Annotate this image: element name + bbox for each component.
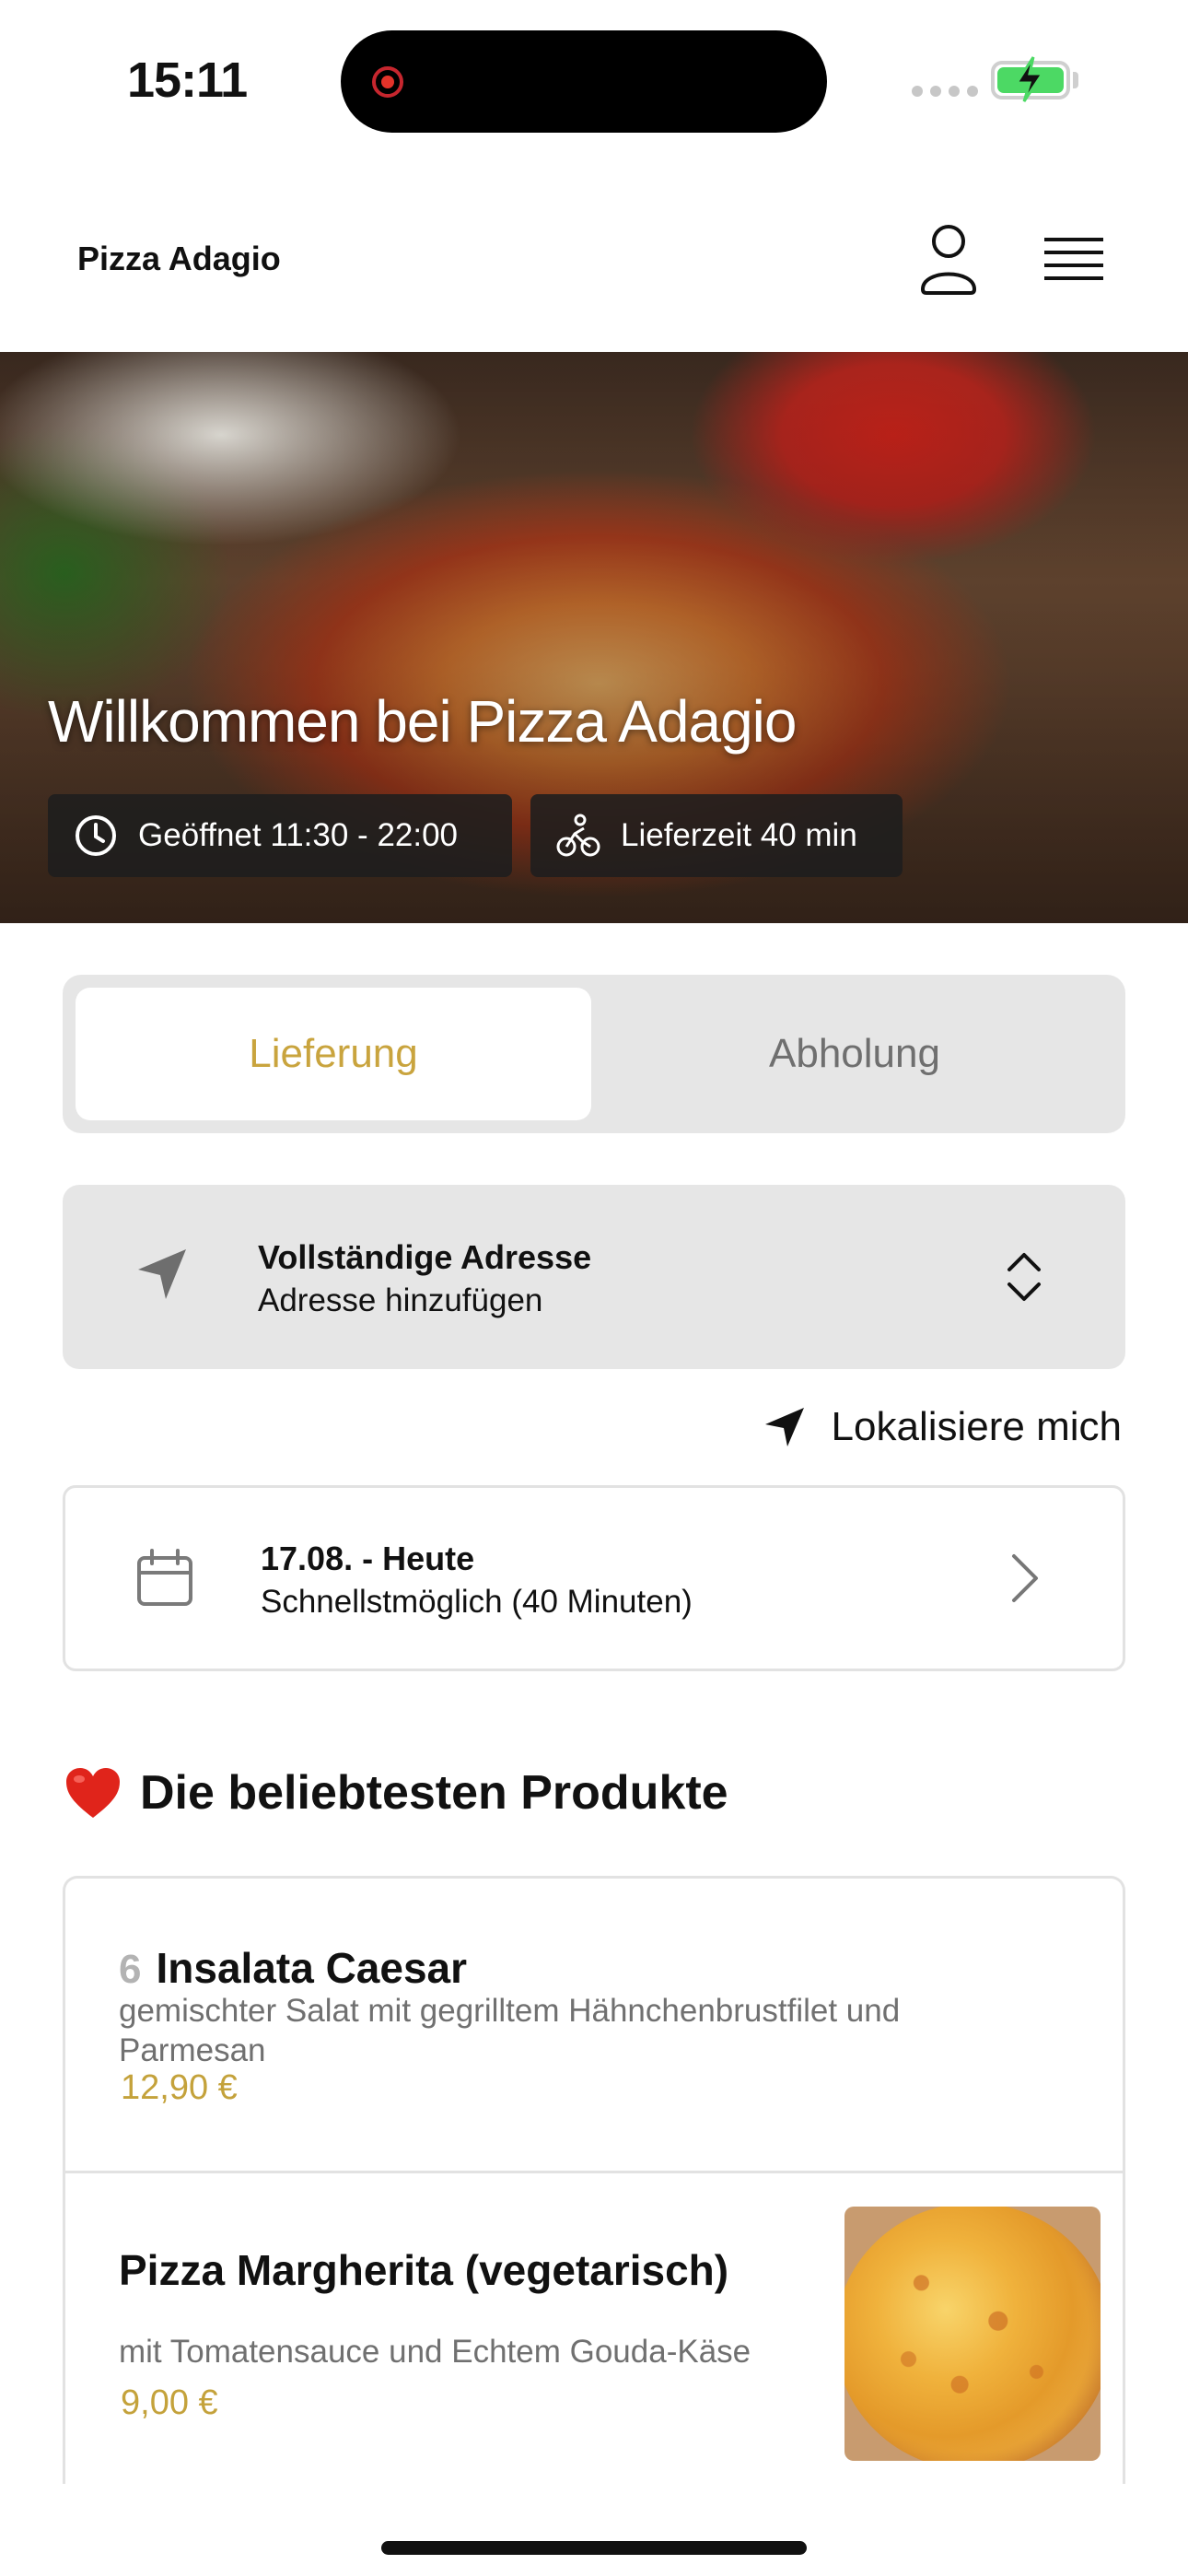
hero-title: Willkommen bei Pizza Adagio xyxy=(48,688,797,755)
opening-hours-text: Geöffnet 11:30 - 22:00 xyxy=(138,817,459,853)
product-item[interactable]: Pizza Margherita (vegetarisch) mit Tomat… xyxy=(65,2175,1123,2484)
dynamic-island xyxy=(341,30,827,133)
schedule-time: Schnellstmöglich (40 Minuten) xyxy=(261,1584,693,1620)
product-price: 9,00 € xyxy=(121,2383,218,2422)
status-time: 15:11 xyxy=(127,53,248,108)
battery-cap xyxy=(1073,72,1078,88)
signal-icon xyxy=(912,86,978,97)
chevron-right-icon xyxy=(1012,1554,1038,1602)
popular-products-heading: Die beliebtesten Produkte xyxy=(64,1765,728,1821)
opening-hours-chip: Geöffnet 11:30 - 22:00 xyxy=(48,794,512,877)
charging-bolt-icon xyxy=(1014,56,1045,102)
product-heading: 6 Insalata Caesar xyxy=(119,1943,467,1993)
product-list: 6 Insalata Caesar gemischter Salat mit g… xyxy=(63,1876,1125,2484)
calendar-icon xyxy=(137,1549,192,1606)
locate-me-label: Lokalisiere mich xyxy=(831,1404,1122,1449)
hero-banner: Willkommen bei Pizza Adagio Geöffnet 11:… xyxy=(0,352,1188,923)
delivery-time-chip: Lieferzeit 40 min xyxy=(530,794,903,877)
order-mode-toggle: Lieferung Abholung xyxy=(63,975,1125,1133)
pickup-tab[interactable]: Abholung xyxy=(597,988,1112,1120)
address-text: Vollständige Adresse Adresse hinzufügen xyxy=(258,1238,591,1319)
product-name: Pizza Margherita (vegetarisch) xyxy=(119,2246,729,2294)
product-name: Insalata Caesar xyxy=(156,1944,468,1992)
menu-icon[interactable] xyxy=(1044,234,1103,286)
product-number: 6 xyxy=(119,1947,142,1992)
locate-me-button[interactable]: Lokalisiere mich xyxy=(763,1404,1122,1450)
schedule-text: 17.08. - Heute Schnellstmöglich (40 Minu… xyxy=(261,1540,693,1621)
delivery-time-selector[interactable]: 17.08. - Heute Schnellstmöglich (40 Minu… xyxy=(63,1485,1125,1671)
address-title: Vollständige Adresse xyxy=(258,1238,592,1276)
navigation-arrow-icon xyxy=(138,1249,186,1299)
bicycle-icon xyxy=(556,814,600,857)
schedule-date: 17.08. - Heute xyxy=(261,1540,475,1577)
home-indicator[interactable] xyxy=(381,2541,807,2555)
product-description: mit Tomatensauce und Echtem Gouda-Käse xyxy=(119,2334,751,2370)
delivery-time-text: Lieferzeit 40 min xyxy=(621,817,857,853)
product-price: 12,90 € xyxy=(121,2068,238,2107)
location-arrow-icon xyxy=(764,1408,804,1446)
clock-icon xyxy=(76,815,116,856)
status-bar: 15:11 xyxy=(0,0,1188,166)
app-header: Pizza Adagio xyxy=(0,203,1188,350)
popular-products-title: Die beliebtesten Produkte xyxy=(140,1766,728,1820)
up-down-chevron-icon xyxy=(1007,1253,1041,1301)
product-item[interactable]: 6 Insalata Caesar gemischter Salat mit g… xyxy=(65,1879,1123,2173)
user-icon[interactable] xyxy=(917,223,980,295)
product-image xyxy=(844,2207,1101,2461)
address-selector[interactable]: Vollständige Adresse Adresse hinzufügen xyxy=(63,1185,1125,1369)
record-icon xyxy=(372,66,403,98)
product-description: gemischter Salat mit gegrilltem Hähnchen… xyxy=(119,1993,901,2068)
pizza-texture xyxy=(844,2207,1101,2461)
heart-icon xyxy=(66,1768,120,1818)
brand-name: Pizza Adagio xyxy=(77,240,281,277)
address-subtitle: Adresse hinzufügen xyxy=(258,1282,543,1318)
delivery-tab[interactable]: Lieferung xyxy=(76,988,591,1120)
